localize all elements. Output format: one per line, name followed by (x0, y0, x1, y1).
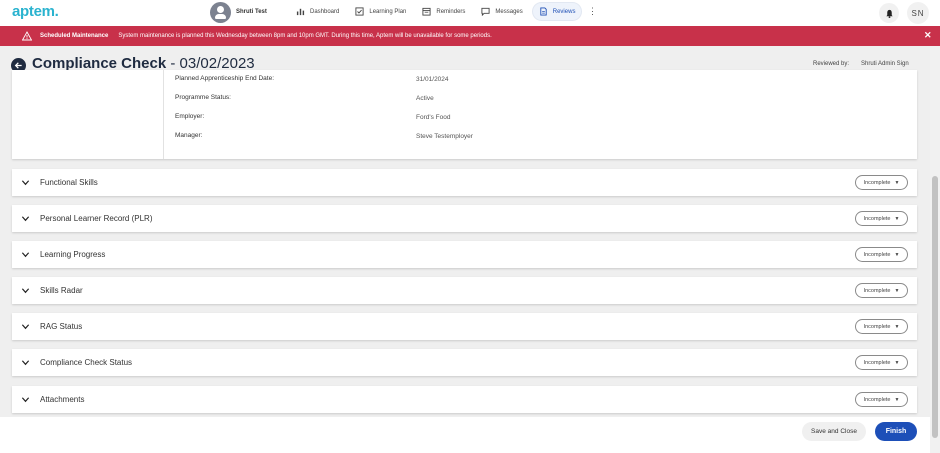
notifications-bell-icon[interactable] (879, 3, 899, 23)
nav-item-dashboard[interactable]: Dashboard (290, 3, 345, 20)
bell-icon (885, 9, 893, 18)
status-dropdown[interactable]: Incomplete ▼ (855, 211, 908, 226)
section-rag-status[interactable]: RAG Status Incomplete ▼ (12, 313, 917, 340)
nav-item-label: Reminders (436, 8, 466, 15)
nav-item-label: Dashboard (310, 8, 340, 15)
footer-action-bar: Save and Close Finish (0, 417, 930, 453)
caret-down-icon: ▼ (894, 251, 900, 258)
bar-chart-icon (296, 8, 305, 16)
scrollbar[interactable] (930, 46, 940, 453)
divider (163, 70, 164, 159)
status-dropdown[interactable]: Incomplete ▼ (855, 175, 908, 190)
section-title: Attachments (40, 395, 85, 404)
chevron-down-icon[interactable] (21, 178, 30, 187)
reviewer-name: Shruti Admin Sign (861, 61, 909, 67)
document-icon (540, 7, 547, 16)
section-skills-radar[interactable]: Skills Radar Incomplete ▼ (12, 277, 917, 304)
main-nav: Dashboard Learning Plan Reminders Messag… (290, 3, 599, 20)
section-title: Learning Progress (40, 250, 106, 259)
calendar-icon (422, 7, 431, 16)
learner-details-card: Planned Apprenticeship End Date: 31/01/2… (12, 70, 917, 159)
status-label: Incomplete (863, 215, 891, 222)
nav-item-reviews[interactable]: Reviews (532, 3, 582, 20)
close-icon[interactable]: ✕ (924, 30, 932, 41)
detail-value: 31/01/2024 (416, 76, 449, 83)
status-dropdown[interactable]: Incomplete ▼ (855, 247, 908, 262)
maintenance-banner: Scheduled Maintenance System maintenance… (0, 26, 940, 46)
section-title: RAG Status (40, 322, 83, 331)
top-bar: aptem. Shruti Test Dashboard Learning Pl… (0, 0, 940, 26)
chevron-down-icon[interactable] (21, 395, 30, 404)
section-title: Personal Learner Record (PLR) (40, 214, 153, 223)
caret-down-icon: ▼ (894, 179, 900, 186)
caret-down-icon: ▼ (894, 287, 900, 294)
chevron-down-icon[interactable] (21, 214, 30, 223)
nav-item-reminders[interactable]: Reminders (416, 3, 471, 20)
status-dropdown[interactable]: Incomplete ▼ (855, 283, 908, 298)
status-label: Incomplete (863, 179, 891, 186)
save-and-close-button[interactable]: Save and Close (802, 422, 866, 441)
scrollbar-thumb[interactable] (932, 176, 938, 438)
status-label: Incomplete (863, 287, 891, 294)
reviewed-by-label: Reviewed by: (813, 61, 850, 67)
chat-icon (481, 7, 490, 16)
arrow-left-icon (14, 62, 22, 69)
detail-value: Ford's Food (416, 114, 451, 121)
chevron-down-icon[interactable] (21, 286, 30, 295)
warning-icon (22, 31, 32, 41)
user-name: Shruti Test (236, 9, 267, 15)
user-initials-avatar[interactable]: SN (907, 2, 929, 24)
caret-down-icon: ▼ (894, 215, 900, 222)
status-label: Incomplete (863, 251, 891, 258)
status-label: Incomplete (863, 323, 891, 330)
checkbox-icon (355, 7, 364, 16)
detail-label: Programme Status: (175, 94, 231, 101)
section-compliance-check-status[interactable]: Compliance Check Status Incomplete ▼ (12, 349, 917, 376)
caret-down-icon: ▼ (894, 396, 900, 403)
avatar (210, 1, 231, 23)
chevron-down-icon[interactable] (21, 250, 30, 259)
section-title: Compliance Check Status (40, 358, 133, 367)
nav-item-label: Messages (495, 8, 523, 15)
status-label: Incomplete (863, 359, 891, 366)
detail-value: Active (416, 95, 434, 102)
section-plr[interactable]: Personal Learner Record (PLR) Incomplete… (12, 205, 917, 232)
section-functional-skills[interactable]: Functional Skills Incomplete ▼ (12, 169, 917, 196)
status-dropdown[interactable]: Incomplete ▼ (855, 319, 908, 334)
finish-button[interactable]: Finish (875, 422, 917, 441)
detail-label: Planned Apprenticeship End Date: (175, 75, 275, 82)
banner-title: Scheduled Maintenance (40, 33, 109, 39)
detail-value: Steve Testemployer (416, 133, 473, 140)
caret-down-icon: ▼ (894, 323, 900, 330)
status-dropdown[interactable]: Incomplete ▼ (855, 355, 908, 370)
section-attachments[interactable]: Attachments Incomplete ▼ (12, 386, 917, 413)
detail-label: Manager: (175, 132, 203, 139)
caret-down-icon: ▼ (894, 359, 900, 366)
user-menu[interactable]: Shruti Test (210, 1, 278, 23)
chevron-down-icon[interactable] (21, 322, 30, 331)
detail-label: Employer: (175, 113, 205, 120)
section-learning-progress[interactable]: Learning Progress Incomplete ▼ (12, 241, 917, 268)
nav-item-messages[interactable]: Messages (475, 3, 528, 20)
aptem-logo[interactable]: aptem. (12, 3, 59, 20)
banner-message: System maintenance is planned this Wedne… (118, 33, 492, 39)
nav-item-label: Learning Plan (369, 8, 407, 15)
more-menu-icon[interactable]: ⋮ (585, 3, 599, 20)
section-title: Functional Skills (40, 178, 98, 187)
status-label: Incomplete (863, 396, 891, 403)
nav-item-label: Reviews (552, 8, 576, 15)
nav-item-learning-plan[interactable]: Learning Plan (349, 3, 412, 20)
section-title: Skills Radar (40, 286, 83, 295)
chevron-down-icon[interactable] (21, 358, 30, 367)
status-dropdown[interactable]: Incomplete ▼ (855, 392, 908, 407)
